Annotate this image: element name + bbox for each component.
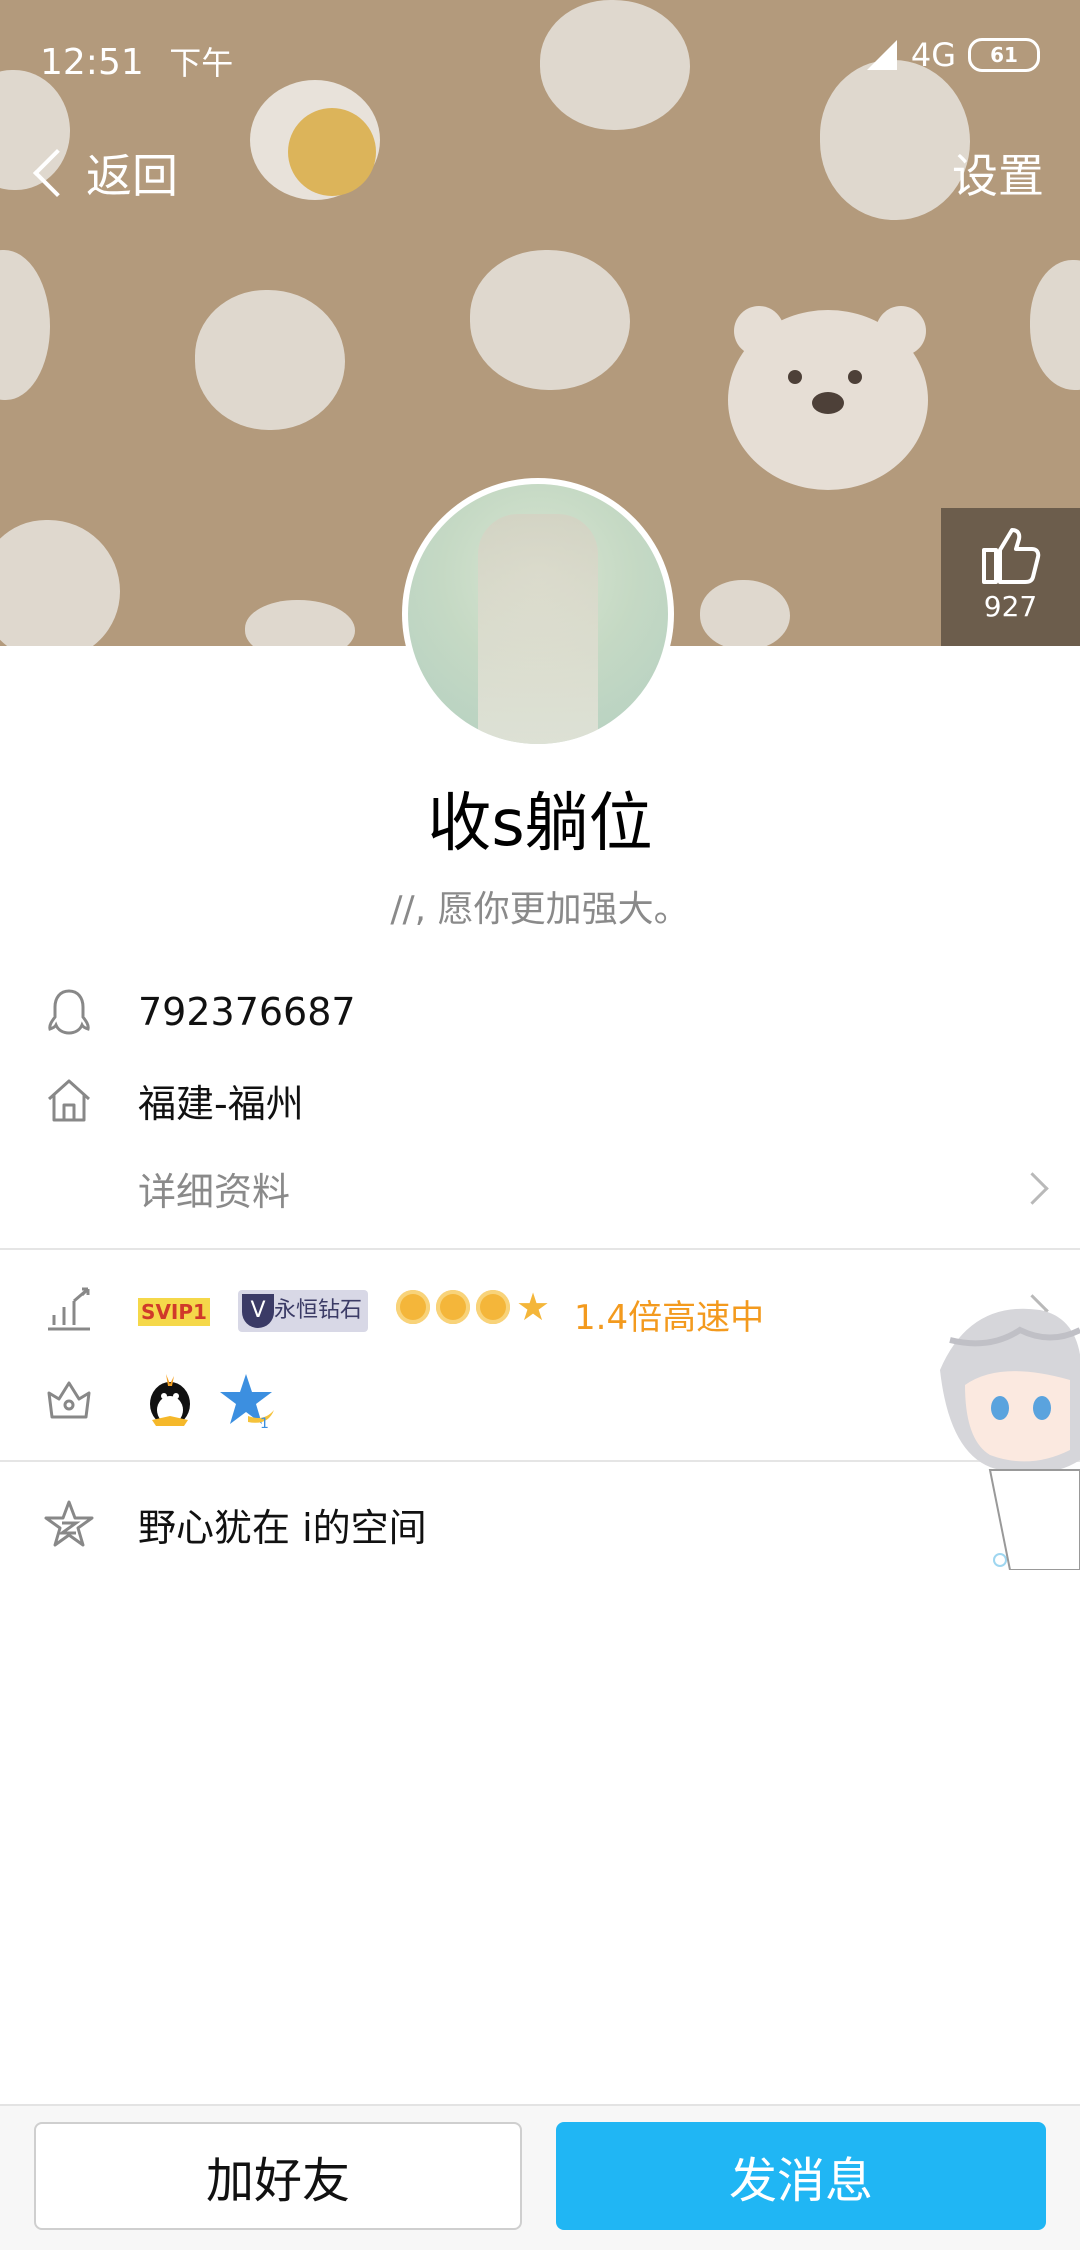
- chevron-left-icon: [32, 148, 82, 198]
- location-row: 福建-福州: [0, 1060, 1080, 1140]
- settings-button[interactable]: 设置: [952, 140, 1044, 206]
- level-suns: ★: [396, 1285, 551, 1329]
- qq-penguin-icon: [150, 1374, 190, 1426]
- divider: [0, 1248, 1080, 1250]
- home-icon: [47, 1079, 91, 1122]
- anime-character-decoration: [940, 1308, 1080, 1570]
- bun-decoration: [700, 580, 790, 646]
- location: 福建-福州: [138, 1081, 304, 1126]
- status-bar: 12:51 下午 4G 61: [0, 0, 1080, 120]
- bottom-action-bar: 加好友 发消息: [0, 2104, 1080, 2250]
- sun-icon: [476, 1290, 510, 1324]
- speed-text: 1.4倍高速中: [574, 1298, 765, 1338]
- diamond-badge: V 永恒钻石: [238, 1290, 368, 1332]
- back-label: 返回: [86, 149, 178, 203]
- star-moon-icon: 1: [220, 1374, 274, 1430]
- like-button[interactable]: 927: [941, 508, 1080, 646]
- add-friend-button[interactable]: 加好友: [34, 2122, 522, 2230]
- chevron-right-icon: [1016, 1171, 1049, 1205]
- bun-decoration: [1030, 260, 1080, 390]
- avatar-image: [408, 484, 668, 744]
- bear-decoration: [728, 306, 928, 490]
- status-time: 12:51 下午: [40, 38, 233, 84]
- qzone-label: 野心犹在 i的空间: [138, 1505, 427, 1550]
- diamond-v-icon: V: [242, 1294, 274, 1328]
- qzone-row[interactable]: 野心犹在 i的空间: [0, 1484, 1080, 1564]
- profile-signature: //, 愿你更加强大。: [390, 889, 690, 930]
- status-signal: 4G 61: [865, 36, 1040, 74]
- avatar[interactable]: [402, 478, 674, 750]
- battery-icon: 61: [968, 38, 1040, 72]
- details-label: 详细资料: [138, 1169, 291, 1214]
- sun-icon: [436, 1290, 470, 1324]
- crown-icon: [47, 1381, 91, 1419]
- back-button[interactable]: 返回: [28, 140, 178, 206]
- qq-number-row[interactable]: 792376687: [0, 972, 1080, 1052]
- level-chart-icon: [48, 1287, 90, 1331]
- svg-text:1: 1: [260, 1416, 269, 1430]
- send-message-button[interactable]: 发消息: [556, 2122, 1046, 2230]
- status-ampm: 下午: [169, 44, 234, 82]
- qzone-star-icon: [44, 1500, 94, 1547]
- bun-decoration: [470, 250, 630, 390]
- bun-decoration: [195, 290, 345, 430]
- details-row[interactable]: 详细资料: [0, 1148, 1080, 1228]
- svip-badge: SVIP1: [138, 1298, 210, 1326]
- diamond-badge-label: 永恒钻石: [274, 1298, 363, 1323]
- qq-number: 792376687: [138, 990, 356, 1034]
- signal-icon: [866, 40, 897, 70]
- like-count: 927: [983, 590, 1038, 623]
- divider: [0, 1460, 1080, 1462]
- penguin-outline-icon: [48, 989, 90, 1035]
- sun-icon: [396, 1290, 430, 1324]
- bun-decoration: [0, 250, 50, 400]
- status-time-value: 12:51: [40, 42, 144, 83]
- top-nav: 返回 设置: [0, 140, 1080, 220]
- bun-decoration: [245, 600, 355, 646]
- profile-name: 收s躺位: [427, 787, 653, 861]
- thumbs-up-icon: [981, 528, 1040, 584]
- star-icon: ★: [516, 1285, 551, 1329]
- bun-decoration: [0, 520, 120, 646]
- network-type: 4G: [910, 36, 956, 74]
